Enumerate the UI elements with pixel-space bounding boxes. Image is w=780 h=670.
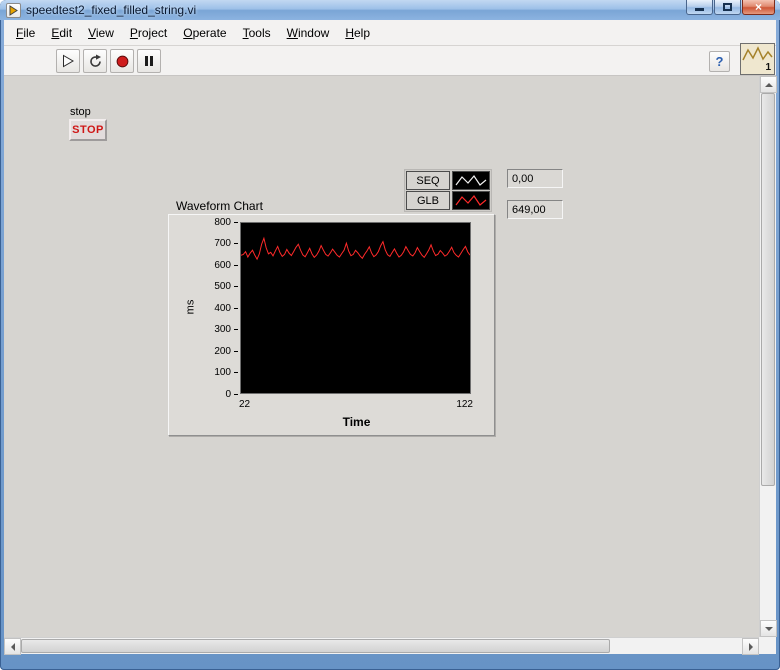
arrow-down-icon <box>764 626 773 635</box>
labview-app-icon <box>6 2 21 18</box>
front-panel: stop STOP SEQ GLB 0,00 649,00 Waveform C… <box>4 76 759 637</box>
y-tick-label: 100 <box>214 367 238 379</box>
seq-numeric-indicator: 0,00 <box>507 169 563 188</box>
chart-title: Waveform Chart <box>176 199 263 213</box>
run-controls <box>56 49 161 73</box>
legend-glyph-seq <box>452 171 490 190</box>
horizontal-scrollbar-thumb[interactable] <box>21 639 610 653</box>
chart-plot-area <box>240 222 471 394</box>
legend-row-glb[interactable]: GLB <box>406 191 490 210</box>
arrow-left-icon <box>7 642 15 651</box>
title-bar[interactable]: speedtest2_fixed_filled_string.vi × <box>0 0 780 20</box>
run-arrow-icon <box>63 54 74 68</box>
scroll-down-button[interactable] <box>760 620 777 637</box>
minimize-icon <box>695 8 704 11</box>
menu-operate[interactable]: Operate <box>175 22 234 44</box>
x-axis-label: Time <box>342 415 371 429</box>
window-controls: × <box>686 0 775 15</box>
scrollbar-corner <box>759 637 776 654</box>
close-button[interactable]: × <box>742 0 775 15</box>
menu-help[interactable]: Help <box>337 22 378 44</box>
x-axis-ticks: 22 122 <box>239 399 473 410</box>
y-tick-label: 0 <box>225 388 238 400</box>
menu-file[interactable]: File <box>8 22 43 44</box>
y-tick-label: 700 <box>214 238 238 250</box>
abort-icon <box>116 55 128 67</box>
run-continuous-button[interactable] <box>83 49 107 73</box>
y-tick-label: 400 <box>214 302 238 314</box>
run-button[interactable] <box>56 49 80 73</box>
arrow-right-icon <box>748 642 757 651</box>
scroll-right-button[interactable] <box>742 638 759 655</box>
close-icon: × <box>754 0 762 14</box>
maximize-icon <box>723 3 732 11</box>
y-axis-ticks: 800 700 600 500 400 300 200 100 0 <box>169 217 238 400</box>
vi-icon-number: 1 <box>765 62 771 73</box>
horizontal-scrollbar[interactable] <box>4 637 759 655</box>
y-axis-label: ms <box>184 299 197 315</box>
context-help-button[interactable]: ? <box>709 51 730 72</box>
labview-window: speedtest2_fixed_filled_string.vi × File… <box>0 0 780 670</box>
front-panel-workspace: stop STOP SEQ GLB 0,00 649,00 Waveform C… <box>4 76 777 655</box>
seq-waveform-icon <box>455 174 487 186</box>
y-tick-label: 300 <box>214 324 238 336</box>
stop-control-label: stop <box>70 106 91 118</box>
toolbar: ? <box>4 46 776 76</box>
legend-label-glb: GLB <box>406 191 450 210</box>
waveform-chart: 800 700 600 500 400 300 200 100 0 ms 22 122 Time <box>168 214 495 436</box>
menu-bar: File Edit View Project Operate Tools Win… <box>4 20 776 46</box>
y-tick-label: 200 <box>214 345 238 357</box>
vertical-scrollbar[interactable] <box>759 76 777 637</box>
stop-button[interactable]: STOP <box>69 119 107 141</box>
y-tick-label: 800 <box>214 216 238 228</box>
menu-tools[interactable]: Tools <box>235 22 279 44</box>
legend-label-seq: SEQ <box>406 171 450 190</box>
scroll-up-button[interactable] <box>760 76 777 93</box>
x-tick-max: 122 <box>456 399 473 410</box>
menu-edit[interactable]: Edit <box>43 22 80 44</box>
glb-waveform-icon <box>455 194 487 206</box>
question-mark-icon: ? <box>715 54 724 69</box>
legend-row-seq[interactable]: SEQ <box>406 171 490 190</box>
menu-window[interactable]: Window <box>279 22 338 44</box>
chart-plot-svg <box>241 236 470 261</box>
vi-icon[interactable]: 1 <box>740 43 775 75</box>
window-title: speedtest2_fixed_filled_string.vi <box>26 3 197 17</box>
run-continuous-icon <box>89 54 101 67</box>
legend-glyph-glb <box>452 191 490 210</box>
pause-button[interactable] <box>137 49 161 73</box>
y-tick-label: 500 <box>214 281 238 293</box>
chart-series-glb <box>241 236 470 261</box>
x-tick-min: 22 <box>239 399 251 410</box>
y-tick-label: 600 <box>214 259 238 271</box>
menu-view[interactable]: View <box>80 22 122 44</box>
abort-button[interactable] <box>110 49 134 73</box>
vertical-scrollbar-thumb[interactable] <box>761 93 775 486</box>
pause-icon <box>145 56 153 66</box>
menu-project[interactable]: Project <box>122 22 175 44</box>
glb-numeric-indicator: 649,00 <box>507 200 563 219</box>
arrow-up-icon <box>764 79 773 87</box>
maximize-button[interactable] <box>714 0 741 15</box>
labview-arrow-icon <box>9 4 18 16</box>
plot-legend: SEQ GLB <box>404 169 492 212</box>
minimize-button[interactable] <box>686 0 713 15</box>
scroll-left-button[interactable] <box>4 638 21 655</box>
